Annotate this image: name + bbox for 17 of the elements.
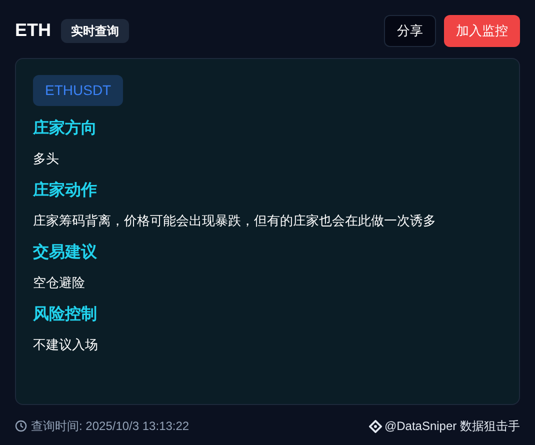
section-text: 多头 (33, 150, 60, 168)
section-heading: 风险控制 (33, 304, 98, 325)
watch-button[interactable]: 加入监控 (444, 14, 520, 46)
brand-credit: @DataSniper 数据狙击手 (384, 418, 520, 435)
section-heading: 交易建议 (33, 242, 98, 263)
symbol-title: ETH (15, 19, 51, 42)
section-text: 庄家筹码背离，价格可能会出现暴跌，但有的庄家也会在此做一次诱多 (33, 212, 437, 230)
pair-tag: ETHUSDT (33, 75, 124, 106)
section-text: 空仓避险 (33, 274, 86, 292)
status-badge: 实时查询 (61, 18, 129, 42)
section-heading: 庄家动作 (33, 180, 98, 201)
clock-icon (15, 420, 27, 432)
share-button[interactable]: 分享 (384, 14, 436, 46)
diamond-logo-icon (369, 420, 382, 432)
section-heading: 庄家方向 (33, 118, 98, 139)
query-time: 查询时间: 2025/10/3 13:13:22 (31, 418, 190, 435)
section-text: 不建议入场 (33, 336, 99, 354)
